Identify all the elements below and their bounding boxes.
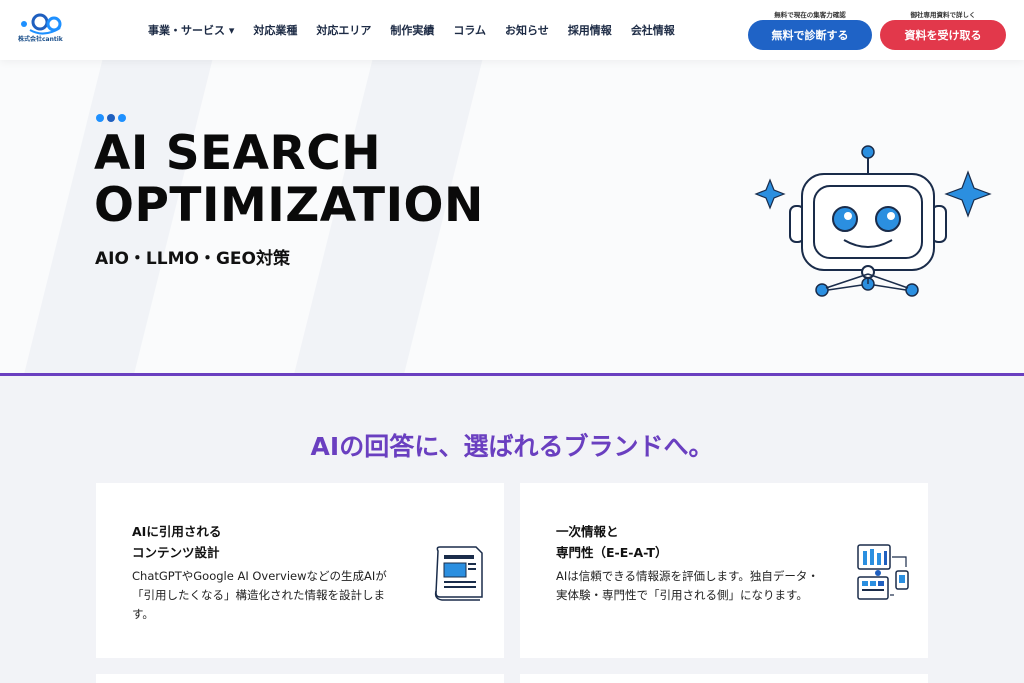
robot-illustration	[754, 145, 992, 297]
section-headline: AIの回答に、選ばれるブランドへ。	[310, 432, 714, 461]
nav-item-areas[interactable]: 対応エリア	[316, 22, 371, 38]
get-materials-button[interactable]: 資料を受け取る	[880, 20, 1006, 50]
nav-item-works[interactable]: 制作実績	[390, 22, 434, 38]
card-text: AIは信頼できる情報源を評価します。独自データ・実体験・専門性で「引用される側」…	[556, 569, 819, 602]
hero-title-line1: AI SEARCH	[94, 126, 382, 181]
card-title-line1: 一次情報と	[556, 524, 619, 539]
materials-caption: 御社専用資料で詳しく	[910, 11, 976, 19]
card-text: ChatGPTやGoogle AI Overviewなどの生成AIが「引用したく…	[132, 569, 387, 621]
card-title-line2: 専門性（E-E-A-T）	[556, 545, 668, 560]
card-title: 一次情報と 専門性（E-E-A-T）	[556, 521, 668, 563]
feature-card	[520, 674, 928, 683]
document-icon	[434, 546, 483, 601]
nav-item-column[interactable]: コラム	[453, 22, 486, 38]
hero-title-line2: OPTIMIZATION	[94, 178, 484, 233]
nav-item-recruit[interactable]: 採用情報	[568, 22, 612, 38]
card-title-line2: コンテンツ設計	[132, 545, 220, 560]
feature-card: AIに引用される コンテンツ設計 ChatGPTやGoogle AI Overv…	[96, 483, 504, 658]
logo-text: 株式会社cantik	[18, 36, 63, 43]
main-nav: 事業・サービス ▾ 対応業種 対応エリア 制作実績 コラム お知らせ 採用情報 …	[148, 22, 694, 38]
free-diagnosis-button[interactable]: 無料で診断する	[748, 20, 872, 50]
card-title: AIに引用される コンテンツ設計	[132, 521, 221, 563]
feature-card: 一次情報と 専門性（E-E-A-T） AIは信頼できる情報源を評価します。独自デ…	[520, 483, 928, 658]
nav-item-company[interactable]: 会社情報	[631, 22, 675, 38]
hero-title: AI SEARCH OPTIMIZATION	[94, 128, 484, 232]
hero-subtitle: AIO・LLMO・GEO対策	[95, 249, 290, 269]
data-dashboard-icon	[857, 544, 909, 600]
diagnosis-caption: 無料で現在の集客力確認	[774, 11, 846, 19]
feature-card	[96, 674, 504, 683]
hero-dots-decoration	[96, 114, 126, 122]
nav-item-news[interactable]: お知らせ	[505, 22, 549, 38]
nav-item-services[interactable]: 事業・サービス ▾	[148, 22, 234, 38]
card-title-line1: AIに引用される	[132, 524, 222, 539]
site-header: 株式会社cantik 事業・サービス ▾ 対応業種 対応エリア 制作実績 コラム…	[0, 0, 1024, 60]
nav-item-industries[interactable]: 対応業種	[253, 22, 297, 38]
